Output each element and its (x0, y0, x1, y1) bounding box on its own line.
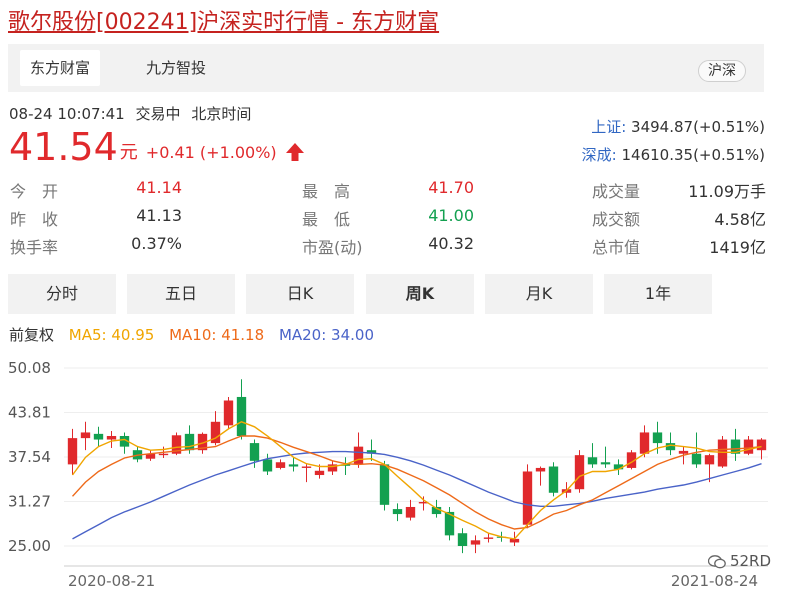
index-shenzhen[interactable]: 深成: 14610.35(+0.51%) (582, 144, 765, 165)
stat-label-open: 今 开 (10, 182, 59, 201)
up-arrow-icon (285, 143, 304, 161)
candle (587, 443, 598, 468)
stat-label-volume: 成交量 (592, 182, 641, 201)
stat-value-volume: 11.09万手 (688, 182, 766, 201)
candle (522, 464, 533, 529)
chart-candles (67, 379, 767, 554)
x-label-start: 2020-08-21 (68, 572, 155, 590)
price-unit: 元 (119, 142, 138, 163)
trading-state: 交易中 (135, 105, 181, 123)
candle (392, 503, 403, 522)
candle (535, 466, 546, 486)
y-tick-label: 31.27 (8, 493, 51, 511)
index-value: 14610.35(+0.51%) (621, 146, 766, 164)
y-tick-label: 25.00 (8, 537, 51, 555)
y-tick-label: 43.81 (8, 404, 51, 422)
page-title[interactable]: 歌尔股份[002241]沪深实时行情 - 东方财富 (8, 4, 439, 36)
source-tab-bar: 东方财富 九方智投 沪深 (8, 44, 764, 92)
candle (574, 450, 585, 493)
quote-datetime: 08-24 10:07:41 (9, 105, 125, 123)
stat-value-prev-close: 41.13 (136, 206, 182, 225)
ma-legend: 前复权 MA5: 40.95 MA10: 41.18 MA20: 34.00 (9, 324, 384, 345)
candle (756, 438, 767, 460)
candle (730, 428, 741, 461)
candle (327, 460, 338, 476)
candle (691, 432, 702, 468)
current-price: 41.54 (9, 125, 118, 169)
candle (418, 496, 429, 511)
candle (548, 462, 559, 497)
candle (665, 432, 676, 456)
candle (80, 421, 91, 451)
candle (366, 439, 377, 461)
stat-value-turnover-rate: 0.37% (131, 234, 182, 253)
quote-status: 08-24 10:07:41 交易中 北京时间 (9, 103, 257, 124)
index-value: 3494.87(+0.51%) (631, 118, 765, 136)
tab-five-day[interactable]: 五日 (127, 274, 235, 314)
candle (743, 435, 754, 456)
tab-one-year[interactable]: 1年 (604, 274, 712, 314)
candle (93, 426, 104, 447)
stat-value-high: 41.70 (428, 178, 474, 197)
price-change: +0.41 (+1.00%) (145, 143, 277, 162)
index-shanghai[interactable]: 上证: 3494.87(+0.51%) (591, 116, 765, 137)
tab-intraday[interactable]: 分时 (8, 274, 116, 314)
stat-label-market-cap: 总市值 (592, 238, 641, 257)
tab-daily-k[interactable]: 日K (246, 274, 354, 314)
y-tick-label: 37.54 (8, 448, 51, 466)
tab-weekly-k[interactable]: 周K (366, 274, 474, 314)
index-name[interactable]: 深成: (582, 146, 617, 164)
stat-value-low: 41.00 (428, 206, 474, 225)
candle (457, 528, 468, 554)
stat-label-prev-close: 昨 收 (10, 210, 59, 229)
stat-label-turnover-rate: 换手率 (10, 238, 59, 257)
wechat-icon (707, 554, 726, 568)
ma5-value: MA5: 40.95 (68, 326, 155, 344)
candle (470, 535, 481, 554)
tab-eastmoney[interactable]: 东方财富 (20, 50, 101, 86)
watermark: 52RD (707, 552, 771, 570)
weekly-k-chart[interactable]: 50.08 43.81 37.54 31.27 25.00 2020-08-21 202… (0, 354, 797, 596)
stat-label-turnover: 成交额 (592, 210, 641, 229)
stat-value-market-cap: 1419亿 (709, 238, 766, 257)
stat-value-turnover: 4.58亿 (714, 210, 766, 229)
tab-jiufang[interactable]: 九方智投 (136, 50, 216, 86)
stat-label-high: 最 高 (302, 182, 351, 201)
candle (67, 428, 78, 476)
ma20-value: MA20: 34.00 (278, 326, 374, 344)
adjust-mode[interactable]: 前复权 (9, 326, 54, 344)
candle (275, 459, 286, 470)
chart-grid (64, 367, 768, 567)
price-row: 41.54 元 +0.41 (+1.00%) (9, 126, 305, 168)
stat-value-pe: 40.32 (428, 234, 474, 253)
candle (353, 432, 364, 468)
candle (405, 499, 416, 521)
index-name[interactable]: 上证: (591, 118, 626, 136)
tab-monthly-k[interactable]: 月K (485, 274, 593, 314)
candle (340, 457, 351, 476)
ma10-value: MA10: 41.18 (169, 326, 265, 344)
y-tick-label: 50.08 (8, 359, 51, 377)
candle (301, 464, 312, 483)
stat-label-pe: 市盈(动) (302, 238, 363, 257)
candle (145, 450, 156, 461)
candle (106, 431, 117, 449)
timezone-label: 北京时间 (191, 105, 252, 123)
candle (119, 432, 130, 454)
candle (223, 396, 234, 429)
candle (236, 379, 247, 440)
stat-value-open: 41.14 (136, 178, 182, 197)
chart-y-ticks: 50.08 43.81 37.54 31.27 25.00 (8, 359, 51, 555)
stat-label-low: 最 低 (302, 210, 351, 229)
watermark-text: 52RD (729, 552, 771, 570)
x-label-end: 2021-08-24 (671, 572, 758, 590)
market-pill[interactable]: 沪深 (698, 60, 746, 82)
